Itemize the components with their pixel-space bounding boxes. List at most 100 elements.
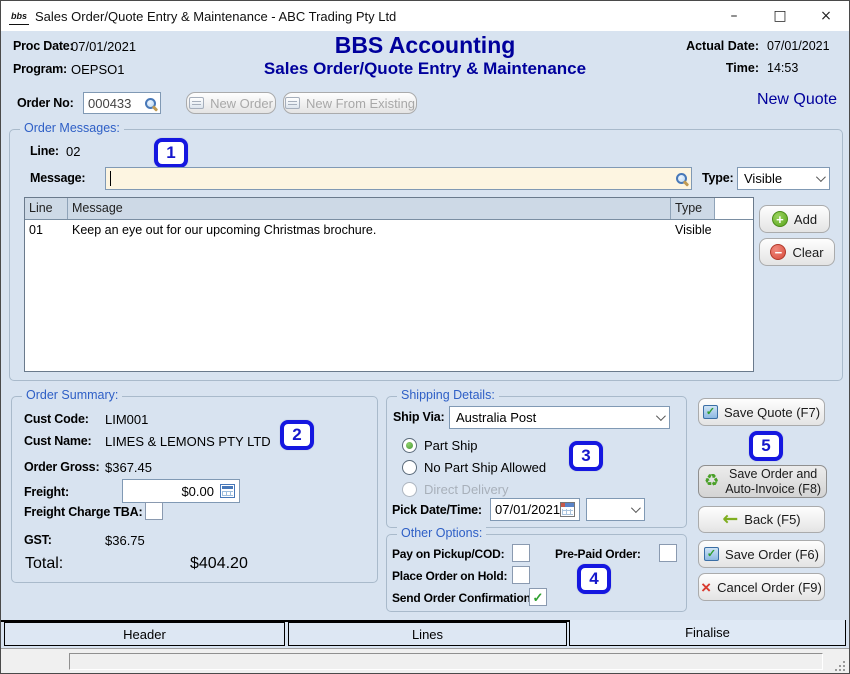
order-no-value: 000433 (88, 96, 131, 111)
mode-indicator: New Quote (757, 91, 837, 109)
order-confirmation-checkbox[interactable]: ✓ (529, 588, 547, 606)
chevron-down-icon (631, 503, 641, 513)
messages-table: Line Message Type 01 Keep an eye out for… (24, 197, 754, 372)
add-label: Add (794, 212, 817, 227)
save-icon: ✓ (704, 547, 719, 561)
actual-date-label: Actual Date: (686, 39, 759, 53)
ship-via-value: Australia Post (456, 410, 536, 425)
cancel-order-label: Cancel Order (F9) (717, 580, 822, 595)
order-hold-checkbox[interactable] (512, 566, 530, 584)
status-panel (69, 653, 823, 670)
freight-input[interactable]: $0.00 (122, 479, 240, 503)
order-summary-legend: Order Summary: (22, 388, 122, 402)
part-ship-label: Part Ship (424, 438, 477, 453)
messages-table-header: Line Message Type (25, 198, 753, 220)
ship-via-select[interactable]: Australia Post (449, 406, 670, 429)
freight-tba-checkbox[interactable] (145, 502, 163, 520)
shipping-details-legend: Shipping Details: (397, 388, 499, 402)
new-from-existing-button[interactable]: New From Existing (283, 92, 417, 114)
part-ship-radio[interactable] (402, 438, 417, 453)
back-label: Back (F5) (744, 512, 800, 527)
message-search-icon[interactable] (676, 173, 687, 184)
prepaid-order-label: Pre-Paid Order: (555, 547, 641, 561)
pick-date-time-label: Pick Date/Time: (392, 503, 482, 517)
save-order-label: Save Order (F6) (725, 547, 819, 562)
cell-type: Visible (671, 220, 715, 242)
cancel-x-icon: × (701, 579, 711, 596)
clear-icon: − (770, 244, 786, 260)
col-header-type: Type (671, 198, 715, 219)
no-part-ship-label: No Part Ship Allowed (424, 460, 546, 475)
save-quote-label: Save Quote (F7) (724, 405, 820, 420)
new-order-button[interactable]: New Order (186, 92, 276, 114)
gst-label: GST: (24, 533, 52, 547)
no-part-ship-radio[interactable] (402, 460, 417, 475)
freight-label: Freight: (24, 485, 69, 499)
save-auto-line2: Auto-Invoice (F8) (725, 482, 821, 496)
chevron-down-icon (656, 411, 666, 421)
cell-message: Keep an eye out for our upcoming Christm… (68, 220, 671, 242)
back-arrow-icon: ← (722, 510, 738, 529)
col-header-message: Message (68, 198, 671, 219)
window-title: Sales Order/Quote Entry & Maintenance - … (35, 9, 396, 24)
time-label: Time: (726, 61, 759, 75)
message-input[interactable] (105, 167, 692, 190)
save-order-button[interactable]: ✓ Save Order (F6) (698, 540, 825, 568)
recycle-icon: ♻ (704, 473, 719, 490)
actual-date-value: 07/01/2021 (767, 39, 839, 53)
callout-5: 5 (749, 431, 783, 461)
order-gross-value: $367.45 (105, 460, 152, 475)
cell-line: 01 (25, 220, 68, 242)
save-order-auto-invoice-button[interactable]: ♻ Save Order and Auto-Invoice (F8) (698, 465, 827, 498)
order-no-field[interactable]: 000433 (83, 92, 161, 114)
callout-1: 1 (154, 138, 188, 168)
save-auto-line1: Save Order and (725, 467, 821, 481)
minimize-icon[interactable]: – (711, 1, 757, 31)
gst-value: $36.75 (105, 533, 145, 548)
new-from-existing-icon (285, 97, 300, 109)
pick-date-input[interactable]: 07/01/2021 (490, 498, 580, 521)
tab-lines[interactable]: Lines (288, 622, 567, 646)
pick-date-value: 07/01/2021 (495, 502, 560, 517)
chevron-down-icon (816, 172, 826, 182)
clear-button[interactable]: − Clear (759, 238, 835, 266)
text-cursor (110, 171, 111, 186)
maximize-icon[interactable]: □ (757, 1, 803, 31)
freight-value: $0.00 (181, 484, 220, 499)
close-icon[interactable]: × (803, 1, 849, 31)
check-icon: ✓ (533, 591, 544, 604)
time-value: 14:53 (767, 61, 839, 75)
order-summary-group: Order Summary: Cust Code: LIM001 Cust Na… (11, 396, 378, 583)
calendar-icon[interactable] (560, 502, 575, 517)
col-header-line: Line (25, 198, 68, 219)
new-order-label: New Order (210, 96, 273, 111)
resize-grip[interactable] (833, 659, 845, 671)
tab-lines-label: Lines (412, 627, 443, 642)
type-select[interactable]: Visible (737, 167, 830, 190)
total-label: Total: (25, 555, 63, 573)
ship-via-label: Ship Via: (393, 410, 444, 424)
status-bar (1, 648, 849, 674)
pick-time-select[interactable] (586, 498, 645, 521)
tab-header[interactable]: Header (4, 622, 285, 646)
callout-4: 4 (577, 564, 611, 594)
other-options-legend: Other Options: (397, 526, 486, 540)
pay-on-pickup-checkbox[interactable] (512, 544, 530, 562)
table-row[interactable]: 01 Keep an eye out for our upcoming Chri… (25, 220, 753, 242)
add-button[interactable]: + Add (759, 205, 830, 233)
prepaid-order-checkbox[interactable] (659, 544, 677, 562)
direct-delivery-radio (402, 482, 417, 497)
tab-finalise[interactable]: Finalise (569, 620, 846, 646)
save-icon: ✓ (703, 405, 718, 419)
type-label: Type: (702, 171, 733, 185)
order-search-icon[interactable] (145, 98, 156, 109)
app-icon: bbs (9, 7, 29, 25)
save-quote-button[interactable]: ✓ Save Quote (F7) (698, 398, 825, 426)
order-hold-label: Place Order on Hold: (392, 569, 507, 583)
new-order-icon (189, 97, 204, 109)
calculator-icon[interactable] (220, 484, 235, 498)
back-button[interactable]: ← Back (F5) (698, 506, 825, 533)
type-value: Visible (744, 171, 782, 186)
cancel-order-button[interactable]: × Cancel Order (F9) (698, 573, 825, 601)
add-icon: + (772, 211, 788, 227)
